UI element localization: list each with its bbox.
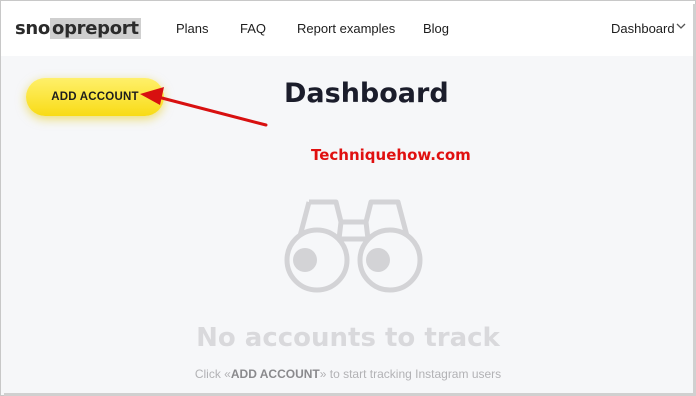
red-arrow-icon (140, 87, 268, 127)
empty-state-title: No accounts to track (196, 323, 500, 353)
logo-text-highlight: opreport (50, 18, 141, 39)
watermark-text: Techniquehow.com (311, 146, 471, 164)
nav-dashboard-menu[interactable]: Dashboard (611, 21, 675, 36)
nav-blog[interactable]: Blog (423, 21, 449, 36)
hint-suffix: » to start tracking Instagram users (319, 367, 502, 381)
page-title: Dashboard (284, 78, 449, 109)
browser-frame: sno opreport Plans FAQ Report examples Bl… (0, 0, 696, 396)
top-navbar: sno opreport Plans FAQ Report examples Bl… (1, 1, 695, 56)
site-logo[interactable]: sno opreport (15, 18, 141, 39)
logo-text-start: sno (15, 18, 50, 39)
chevron-down-icon[interactable] (676, 22, 686, 30)
nav-plans[interactable]: Plans (176, 21, 209, 36)
empty-state-hint: Click «ADD ACCOUNT» to start tracking In… (1, 367, 695, 381)
nav-report-examples[interactable]: Report examples (297, 21, 395, 36)
nav-faq[interactable]: FAQ (240, 21, 266, 36)
hint-add-account: ADD ACCOUNT (230, 367, 320, 381)
binoculars-icon (284, 199, 423, 293)
hint-prefix: Click « (194, 367, 231, 381)
